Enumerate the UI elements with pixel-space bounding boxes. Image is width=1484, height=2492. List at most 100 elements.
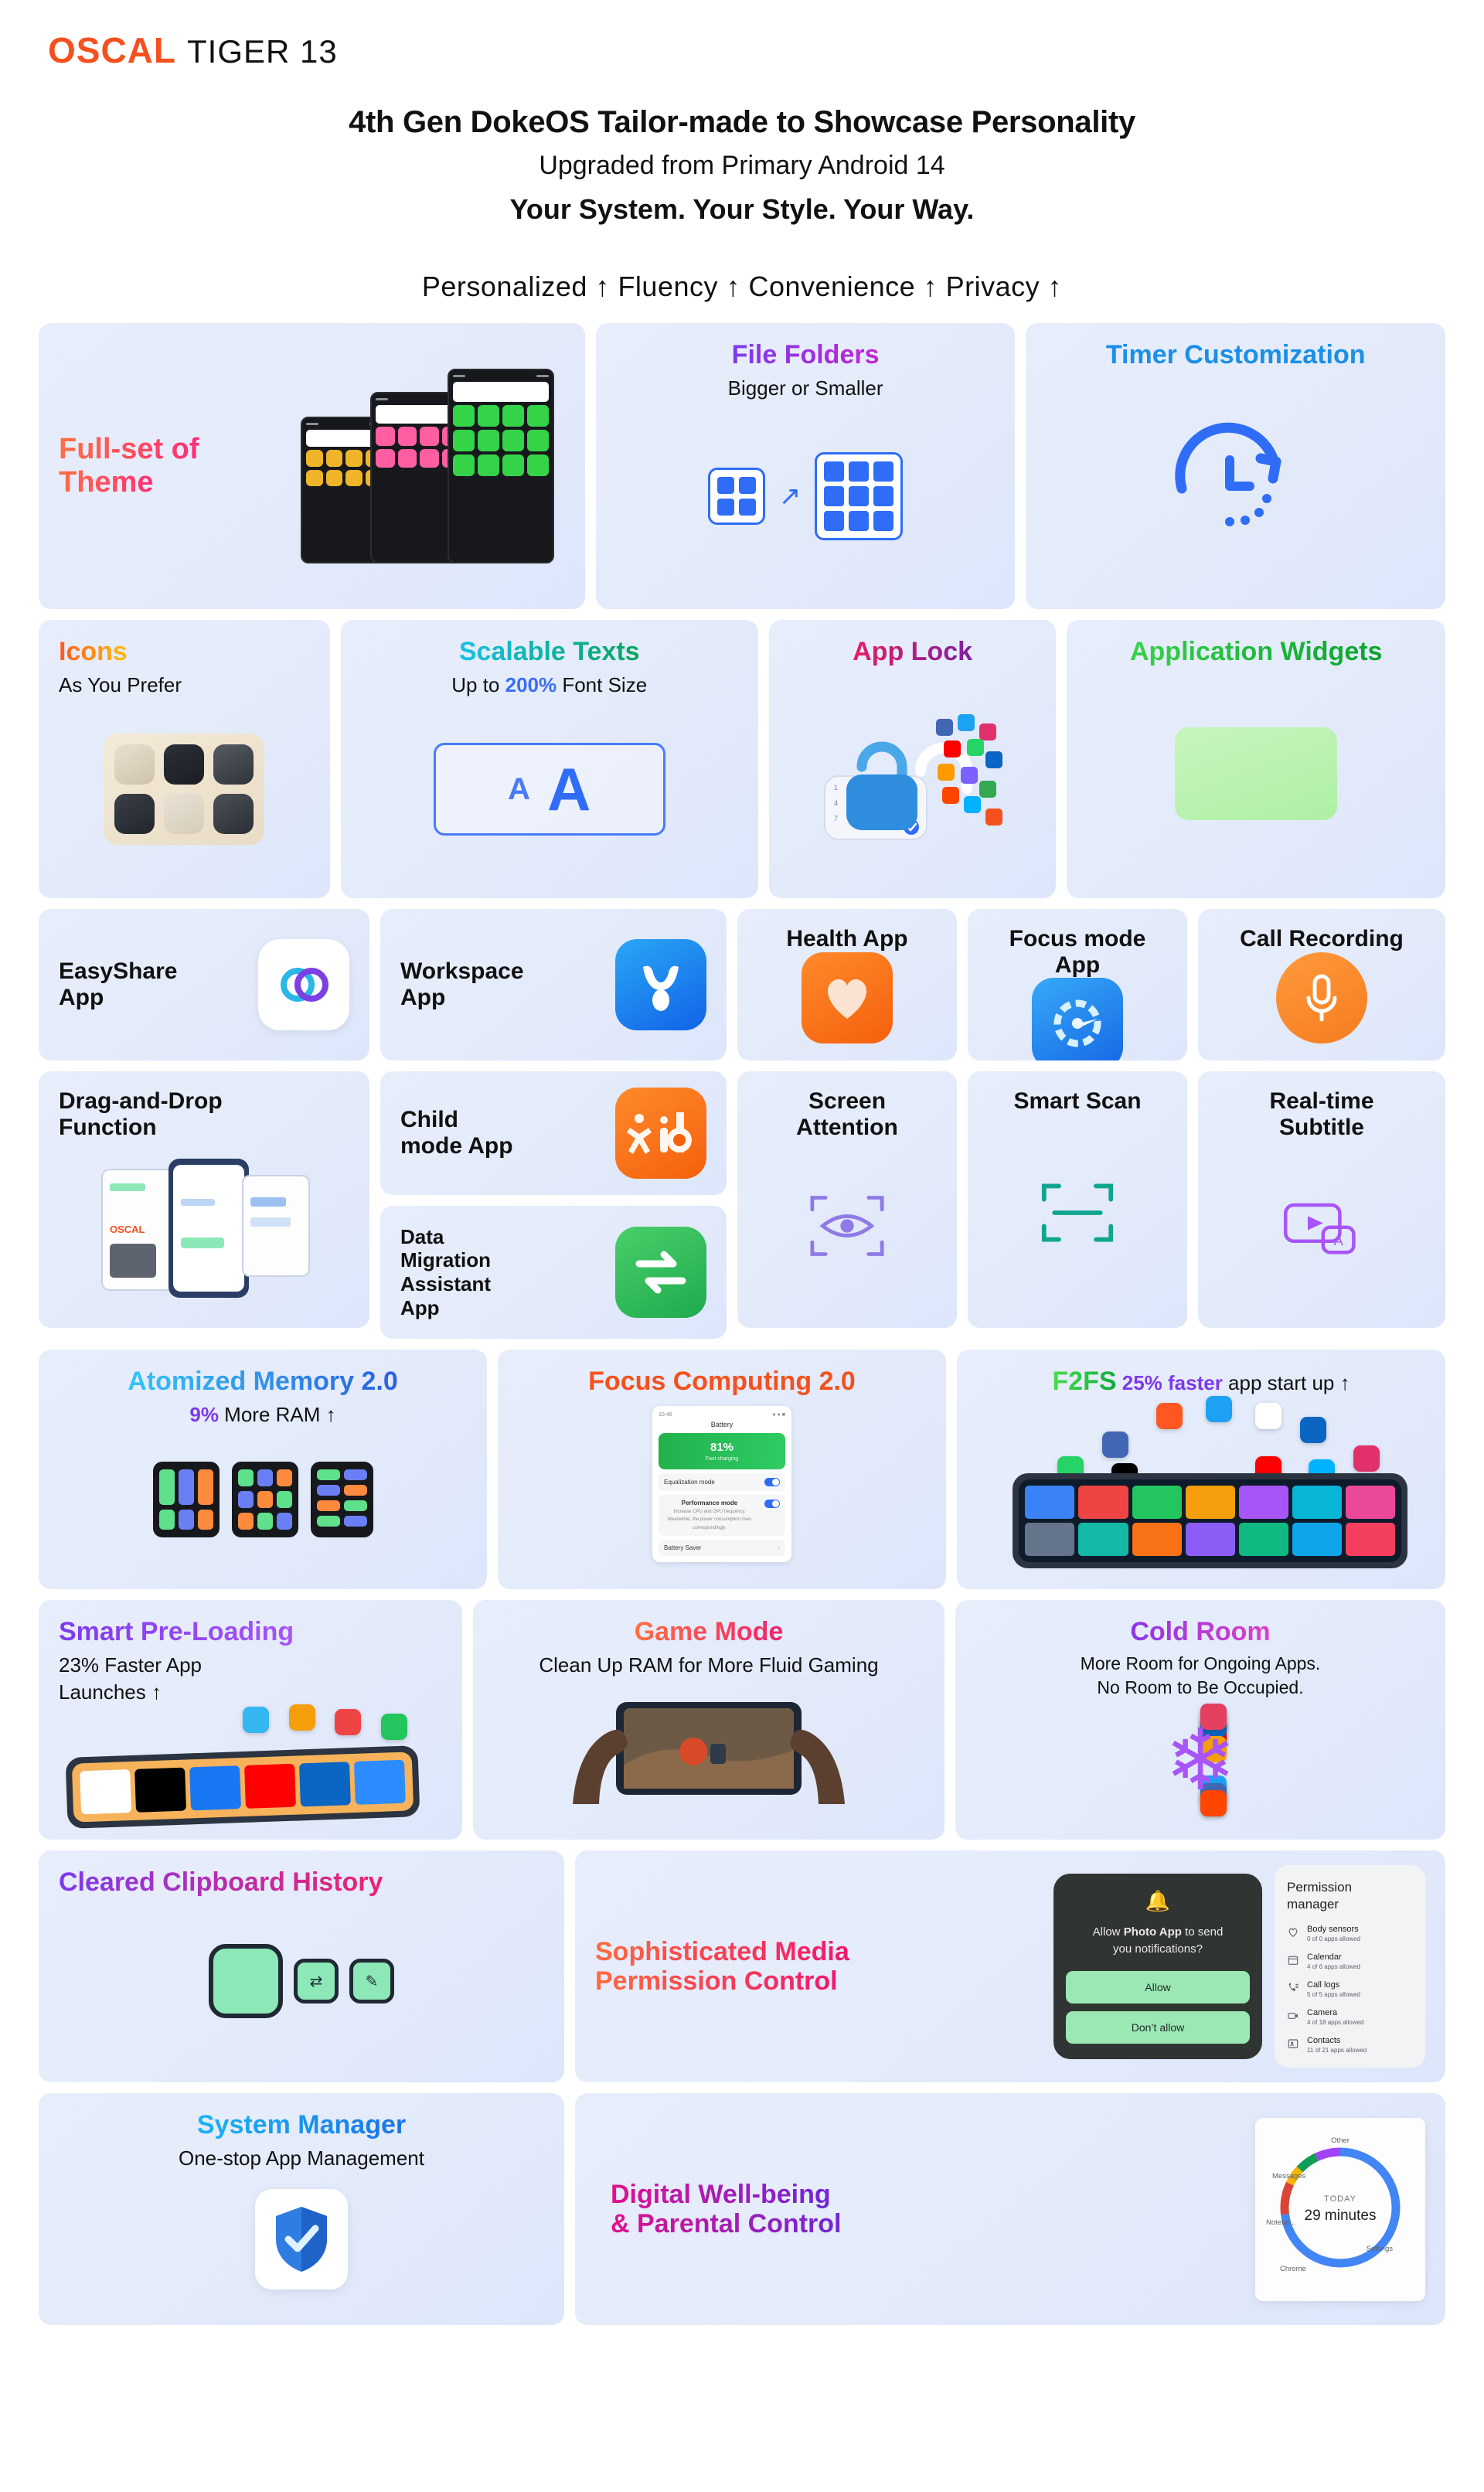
card-f2fs[interactable]: F2FS 25% faster app start up ↑ bbox=[957, 1350, 1445, 1589]
scalable-title: Scalable Texts bbox=[458, 637, 640, 666]
subtitle-play-icon: A bbox=[1283, 1203, 1356, 1255]
f2fs-accent: 25% faster bbox=[1116, 1371, 1223, 1394]
battery-item-saver[interactable]: Battery Saver › bbox=[659, 1540, 785, 1557]
theme-phone-stack-illustration bbox=[291, 369, 565, 563]
permission-row-calendar[interactable]: Calendar 4 of 6 apps allowed bbox=[1287, 1952, 1413, 1970]
dragdrop-illustration: OSCAL bbox=[59, 1140, 349, 1311]
card-application-widgets[interactable]: Application Widgets bbox=[1067, 620, 1445, 898]
permission-row-name: Calendar bbox=[1307, 1952, 1342, 1962]
chart-label-notebook: Notebo... bbox=[1266, 2218, 1296, 2227]
card-health-app[interactable]: Health App bbox=[737, 909, 957, 1060]
allow-button[interactable]: Allow bbox=[1066, 1971, 1250, 2004]
permission-question-pre: Allow bbox=[1092, 1925, 1124, 1939]
easyshare-title-line2: App bbox=[59, 985, 104, 1010]
icons-title: Icons bbox=[59, 637, 128, 666]
card-digital-wellbeing[interactable]: Digital Well-being & Parental Control TO… bbox=[575, 2093, 1445, 2325]
page-tagline: Your System. Your Style. Your Way. bbox=[509, 193, 975, 225]
battery-percent: 81% bbox=[710, 1440, 734, 1454]
card-focus-mode-app[interactable]: Focus mode App bbox=[968, 909, 1187, 1060]
battery-item-performance[interactable]: Performance mode Increase CPU and GPU fr… bbox=[659, 1494, 785, 1537]
dragdrop-phone-brand: OSCAL bbox=[110, 1224, 145, 1235]
atomized-sub: 9% More RAM ↑ bbox=[189, 1402, 335, 1428]
chart-label-messages: Messages bbox=[1272, 2172, 1306, 2180]
permission-question-post: to send bbox=[1181, 1925, 1224, 1939]
clipboard-block-icon bbox=[209, 1944, 283, 2019]
card-easyshare-app[interactable]: EasyShare App bbox=[39, 909, 369, 1060]
card-screen-attention[interactable]: Screen Attention bbox=[737, 1071, 957, 1328]
card-cleared-clipboard[interactable]: Cleared Clipboard History ⇄ ✎ bbox=[39, 1850, 564, 2082]
childmode-title-line2: mode App bbox=[400, 1133, 513, 1159]
row-apps: EasyShare App Drag-and-Drop Function OSC… bbox=[39, 909, 1445, 1339]
card-app-lock[interactable]: App Lock 123 456 789 bbox=[768, 620, 1057, 898]
permission-row-name: Body sensors bbox=[1307, 1924, 1359, 1934]
drag-drop-phones-icon: OSCAL bbox=[101, 1158, 310, 1298]
permission-manager-title-line1: Permission bbox=[1287, 1880, 1353, 1895]
brand-bar: OSCAL TIGER 13 bbox=[0, 0, 1484, 71]
page-headline: 4th Gen DokeOS Tailor-made to Showcase P… bbox=[349, 105, 1135, 139]
card-cold-room[interactable]: Cold Room More Room for Ongoing Apps. No… bbox=[955, 1600, 1445, 1840]
digital-wellbeing-chart-panel[interactable]: TODAY 29 minutes Other Messages Notebo..… bbox=[1255, 2117, 1425, 2301]
folder-large-icon bbox=[815, 452, 904, 541]
f2fs-post: app start up ↑ bbox=[1222, 1371, 1350, 1394]
permission-manager-title-line2: manager bbox=[1287, 1896, 1339, 1912]
permission-row-camera[interactable]: Camera 4 of 18 apps allowed bbox=[1287, 2008, 1413, 2026]
card-data-migration-app[interactable]: Data Migration Assistant App bbox=[380, 1206, 727, 1339]
card-full-set-theme[interactable]: Full-set of Theme bbox=[39, 323, 585, 609]
permission-manager-panel[interactable]: Permission manager Body sensors 0 of 0 a… bbox=[1275, 1865, 1425, 2068]
dragdrop-title-line1: Drag-and-Drop bbox=[59, 1088, 223, 1114]
workspace-app-icon bbox=[615, 939, 706, 1030]
card-file-folders[interactable]: File Folders Bigger or Smaller ↗ bbox=[595, 323, 1016, 609]
folder-small-icon bbox=[707, 468, 765, 526]
card-game-mode[interactable]: Game Mode Clean Up RAM for More Fluid Ga… bbox=[473, 1600, 945, 1840]
icons-sub: As You Prefer bbox=[59, 673, 182, 697]
easyshare-app-icon bbox=[258, 939, 349, 1030]
card-focus-computing[interactable]: Focus Computing 2.0 10:46 ● ● ■ Battery 8… bbox=[498, 1350, 946, 1589]
coldroom-sub-line2: No Room to Be Occupied. bbox=[1097, 1677, 1304, 1697]
card-drag-and-drop[interactable]: Drag-and-Drop Function OSCAL bbox=[39, 1071, 369, 1328]
brand-logo-oscal: OSCAL bbox=[48, 30, 176, 70]
permission-row-name: Contacts bbox=[1307, 2035, 1341, 2045]
eye-attention-icon bbox=[810, 1195, 884, 1256]
notification-permission-dialog[interactable]: 🔔 Allow Photo App to send you notificati… bbox=[1053, 1873, 1262, 2060]
sysmanager-illustration bbox=[255, 2171, 348, 2308]
shield-check-icon bbox=[276, 2207, 327, 2272]
scalable-sub-pre: Up to bbox=[451, 673, 505, 697]
preloading-sub-line2: Launches ↑ bbox=[59, 1680, 162, 1704]
gamemode-illustration bbox=[562, 1678, 856, 1823]
card-real-time-subtitle[interactable]: Real-time Subtitle A bbox=[1198, 1071, 1445, 1328]
svg-text:7: 7 bbox=[834, 815, 838, 822]
card-scalable-texts[interactable]: Scalable Texts Up to 200% Font Size A A bbox=[340, 620, 758, 898]
permission-row-contacts[interactable]: Contacts 11 of 21 apps allowed bbox=[1287, 2036, 1413, 2054]
card-call-recording[interactable]: Call Recording bbox=[1198, 909, 1445, 1060]
permission-row-body-sensors[interactable]: Body sensors 0 of 0 apps allowed bbox=[1287, 1925, 1413, 1942]
card-smart-scan[interactable]: Smart Scan bbox=[968, 1071, 1187, 1328]
permission-row-call-logs[interactable]: Call logs 5 of 5 apps allowed bbox=[1287, 1980, 1413, 1998]
wellbeing-title-line1: Digital Well-being bbox=[611, 2179, 831, 2209]
battery-panel-title: Battery bbox=[710, 1420, 733, 1428]
performance-toggle[interactable] bbox=[764, 1499, 780, 1508]
memory-phone-1 bbox=[152, 1462, 220, 1538]
equalization-toggle[interactable] bbox=[764, 1477, 780, 1486]
card-atomized-memory[interactable]: Atomized Memory 2.0 9% More RAM ↑ bbox=[39, 1350, 487, 1589]
icon-sample-5 bbox=[164, 794, 205, 835]
sysmanager-sub: One-stop App Management bbox=[179, 2146, 424, 2170]
card-child-mode-app[interactable]: Child mode App bbox=[380, 1071, 727, 1195]
system-manager-app-icon bbox=[255, 2189, 348, 2290]
card-smart-preloading[interactable]: Smart Pre-Loading 23% Faster App Launche… bbox=[39, 1600, 462, 1840]
clipboard-title: Cleared Clipboard History bbox=[59, 1867, 383, 1897]
screen-time-donut-chart: TODAY 29 minutes Other Messages Notebo..… bbox=[1266, 2136, 1401, 2273]
datamig-title-line2: Migration bbox=[400, 1248, 491, 1272]
theme-title-line2: Theme bbox=[59, 466, 154, 499]
card-media-permission-control[interactable]: Sophisticated Media Permission Control 🔔… bbox=[575, 1850, 1445, 2082]
card-system-manager[interactable]: System Manager One-stop App Management bbox=[39, 2093, 564, 2325]
permission-row-detail: 5 of 5 apps allowed bbox=[1307, 1990, 1360, 1998]
screenattention-title-line1: Screen bbox=[808, 1088, 887, 1114]
battery-item-equalization[interactable]: Equalization mode bbox=[659, 1472, 785, 1491]
svg-text:4: 4 bbox=[834, 799, 838, 807]
card-timer-customization[interactable]: Timer Customization bbox=[1026, 323, 1445, 609]
battery-item-equalization-label: Equalization mode bbox=[664, 1478, 715, 1486]
resize-arrow-icon: ↗ bbox=[778, 482, 802, 512]
dont-allow-button[interactable]: Don’t allow bbox=[1066, 2011, 1250, 2044]
card-workspace-app[interactable]: Workspace App bbox=[380, 909, 727, 1060]
card-icons[interactable]: Icons As You Prefer bbox=[39, 620, 330, 898]
